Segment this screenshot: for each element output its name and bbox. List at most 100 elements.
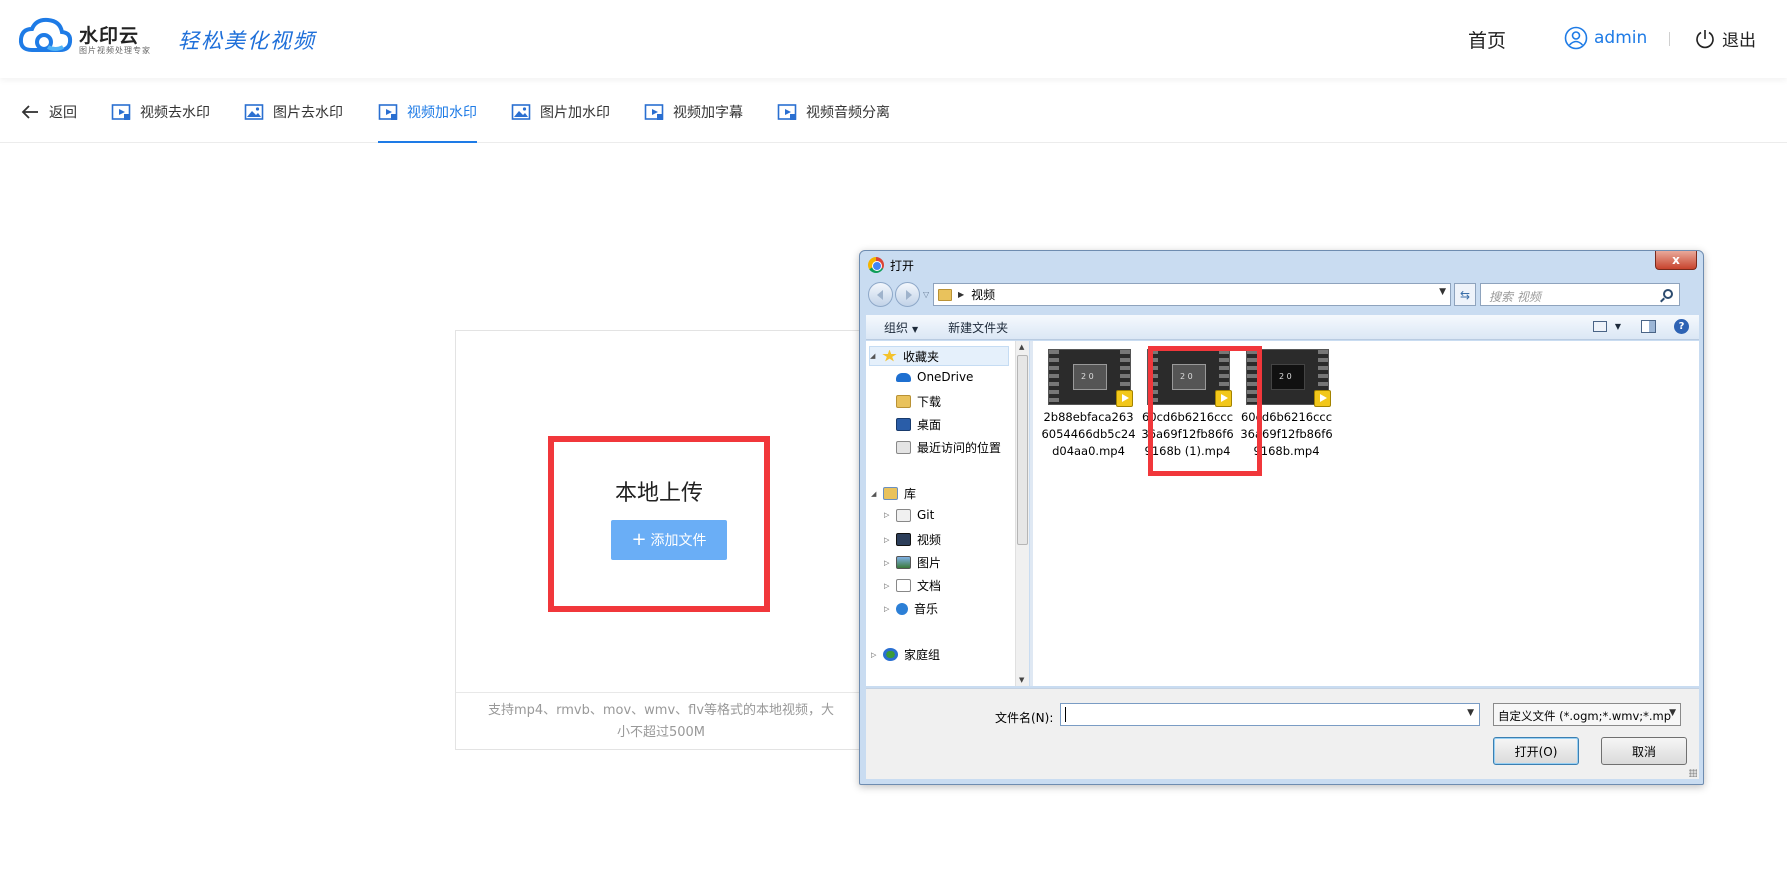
dialog-close-button[interactable]: x [1655,251,1697,270]
navigation-pane: ◢ 收藏夹 OneDrive 下载 桌面 最近访问的位置 ◢ 库 ▷ Git ▷… [866,341,1029,686]
cloud-logo-icon [18,17,73,52]
tab-video-audio-split[interactable]: 视频音频分离 [777,80,890,143]
view-mode-icon[interactable] [1592,321,1607,332]
power-icon [1696,29,1714,48]
scrollbar-thumb[interactable] [1017,355,1028,545]
collapse-arrow-icon[interactable]: ◢ [871,490,879,498]
nav-label: 视频 [917,533,942,547]
chevron-down-icon: ▼ [912,324,919,334]
scroll-down-icon[interactable]: ▼ [1019,676,1024,684]
nav-home-link[interactable]: 首页 [1468,26,1506,53]
desktop-icon [896,418,911,431]
nav-label: 最近访问的位置 [917,441,1002,455]
breadcrumb-separator-icon[interactable]: ▶ [958,290,964,299]
view-dropdown-icon[interactable]: ▼ [1615,322,1621,331]
back-nav-icon[interactable] [868,282,893,307]
video-thumbnail-icon [1147,349,1232,407]
nav-item-libraries[interactable]: ◢ 库 [871,485,916,502]
preview-pane-icon[interactable] [1641,320,1656,333]
download-folder-icon [896,395,911,408]
user-icon [1564,26,1588,50]
filename-input[interactable]: ▼ [1060,703,1480,726]
collapse-arrow-icon[interactable]: ◢ [870,352,878,360]
recent-locations-dropdown-icon[interactable]: ▽ [923,290,929,299]
scroll-up-icon[interactable]: ▲ [1019,343,1024,351]
upload-divider [456,692,864,693]
tab-video-add-subtitle[interactable]: 视频加字幕 [644,80,743,143]
dialog-title: 打开 [890,259,915,273]
picture-library-icon [896,556,911,569]
nav-item-pictures[interactable]: ▷ 图片 [884,554,941,571]
player-badge-icon [1314,390,1331,407]
resize-grip-icon[interactable] [1689,769,1697,777]
filetype-value: 自定义文件 (*.ogm;*.wmv;*.mp [1498,709,1672,723]
tab-label: 图片去水印 [273,104,343,121]
expand-arrow-icon[interactable]: ▷ [884,536,892,544]
chrome-icon [868,257,884,273]
file-list-pane: 2b88ebfaca2636054466db5c24d04aa0.mp4 60c… [1033,341,1699,686]
upload-hint: 支持mp4、rmvb、mov、wmv、flv等格式的本地视频，大小不超过500M [487,703,835,740]
forward-nav-icon[interactable] [895,282,920,307]
nav-item-music[interactable]: ▷ 音乐 [884,600,938,617]
filetype-select[interactable]: 自定义文件 (*.ogm;*.wmv;*.mp ▼ [1493,703,1681,726]
address-dropdown-icon[interactable]: ▼ [1439,287,1446,297]
expand-arrow-icon[interactable]: ▷ [884,511,892,519]
add-file-button[interactable]: + 添加文件 [611,520,727,560]
nav-item-onedrive[interactable]: OneDrive [896,370,973,384]
filename-dropdown-icon[interactable]: ▼ [1467,708,1474,718]
brand-subtitle: 图片视频处理专家 [79,46,151,55]
nav-item-favorites[interactable]: ◢ 收藏夹 [869,346,1009,366]
tab-label: 视频去水印 [140,104,210,121]
upload-panel: 本地上传 + 添加文件 支持mp4、rmvb、mov、wmv、flv等格式的本地… [455,330,865,750]
organize-menu[interactable]: 组织 ▼ [884,319,918,336]
address-row: ▽ ▶ 视频 ▼ ⇆ 搜索 视频 [868,281,1697,309]
logout-button[interactable]: 退出 [1694,26,1756,51]
library-icon [883,487,898,500]
logout-label: 退出 [1722,31,1756,51]
arrow-left-icon [21,104,38,119]
text-caret [1065,707,1066,722]
tab-video-add-watermark[interactable]: 视频加水印 [378,80,477,143]
nav-label: 库 [904,487,917,501]
nav-item-videos[interactable]: ▷ 视频 [884,531,941,548]
nav-item-recent[interactable]: 最近访问的位置 [896,439,1001,456]
file-item-selected[interactable]: 60cd6b6216ccc36a69f12fb86f69168b (1).mp4 [1140,345,1235,460]
new-folder-button[interactable]: 新建文件夹 [948,319,1008,336]
nav-item-desktop[interactable]: 桌面 [896,416,941,433]
search-input[interactable]: 搜索 视频 [1480,283,1680,306]
file-item[interactable]: 2b88ebfaca2636054466db5c24d04aa0.mp4 [1041,345,1136,460]
nav-pane-scrollbar[interactable]: ▲ ▼ [1015,341,1029,686]
expand-arrow-icon[interactable]: ▷ [884,559,892,567]
music-library-icon [896,602,908,615]
nav-item-homegroup[interactable]: ▷ 家庭组 [871,646,940,663]
toolbar-right: ▼ ? [1592,319,1689,334]
git-library-icon [896,508,911,522]
file-item[interactable]: 60cd6b6216ccc36a69f12fb86f69168b.mp4 [1239,345,1334,460]
help-icon[interactable]: ? [1674,319,1689,334]
tab-label: 视频音频分离 [806,104,890,121]
refresh-icon[interactable]: ⇆ [1454,283,1476,306]
user-menu[interactable]: admin [1564,26,1647,50]
tab-image-remove-watermark[interactable]: 图片去水印 [244,80,343,143]
dialog-bottom-bar: 文件名(N): ▼ 自定义文件 (*.ogm;*.wmv;*.mp ▼ 打开(O… [866,688,1699,779]
cancel-button[interactable]: 取消 [1601,737,1687,765]
tab-video-remove-watermark[interactable]: 视频去水印 [111,80,210,143]
header-divider [1669,32,1670,46]
back-button[interactable]: 返回 [20,80,77,143]
nav-item-downloads[interactable]: 下载 [896,393,941,410]
tab-image-add-watermark[interactable]: 图片加水印 [511,80,610,143]
open-button[interactable]: 打开(O) [1493,737,1579,765]
nav-item-documents[interactable]: ▷ 文档 [884,577,941,594]
expand-arrow-icon[interactable]: ▷ [884,582,892,590]
address-bar[interactable]: ▶ 视频 ▼ [933,283,1451,306]
nav-item-git[interactable]: ▷ Git [884,508,934,522]
add-file-label: 添加文件 [650,533,707,549]
cloud-icon [896,372,911,382]
breadcrumb-folder[interactable]: 视频 [971,286,995,303]
nav-label: Git [917,508,935,522]
tool-tabs: 返回 视频去水印 图片去水印 视频加水印 图片加水印 视频加字幕 视频音频分离 [0,80,1787,143]
expand-arrow-icon[interactable]: ▷ [871,651,879,659]
video-library-icon [896,533,911,546]
expand-arrow-icon[interactable]: ▷ [884,605,892,613]
star-icon [882,349,897,362]
